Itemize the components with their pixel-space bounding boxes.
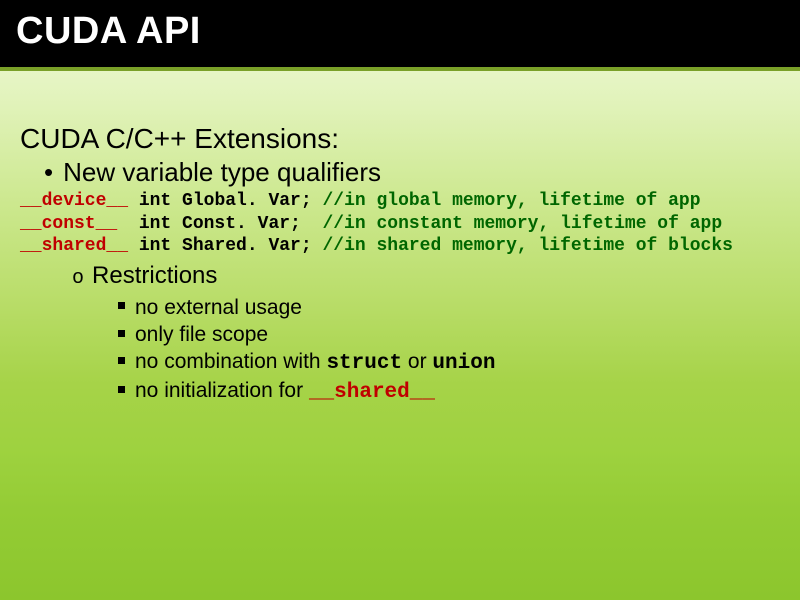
slide-title: CUDA API (16, 10, 784, 53)
item-mono: union (432, 352, 495, 375)
title-bar: CUDA API (0, 0, 800, 71)
code-keyword: __shared__ (20, 236, 128, 256)
restrictions-heading-line: o Restrictions (72, 262, 780, 290)
item-text: no initialization for (135, 379, 309, 402)
bullet-text: New variable type qualifiers (63, 157, 381, 187)
code-mid: int Shared. Var; (128, 236, 322, 256)
code-block: __device__ int Global. Var; //in global … (20, 190, 780, 258)
code-comment: //in shared memory, lifetime of blocks (322, 236, 732, 256)
code-comment: //in global memory, lifetime of app (322, 191, 700, 211)
restrictions-heading: Restrictions (92, 262, 217, 289)
code-keyword: __const__ (20, 214, 117, 234)
restrictions-list: no external usage only file scope no com… (118, 294, 780, 407)
square-bullet-icon (118, 357, 125, 364)
code-keyword: __device__ (20, 191, 128, 211)
item-mono-keyword: __shared__ (309, 381, 435, 404)
square-bullet-icon (118, 302, 125, 309)
bullet-new-qualifiers: • New variable type qualifiers (44, 157, 780, 188)
slide-content: CUDA C/C++ Extensions: • New variable typ… (0, 71, 800, 427)
item-text: no external usage (135, 296, 302, 319)
item-text: only file scope (135, 323, 268, 346)
list-item: no external usage (118, 294, 780, 321)
square-bullet-icon (118, 386, 125, 393)
code-comment: //in constant memory, lifetime of app (322, 214, 722, 234)
circle-bullet-icon: o (72, 267, 84, 290)
item-text: no combination with (135, 350, 326, 373)
bullet-dot-icon: • (44, 157, 53, 187)
list-item: no initialization for __shared__ (118, 377, 780, 406)
code-mid: int Global. Var; (128, 191, 322, 211)
list-item: only file scope (118, 321, 780, 348)
item-mono: struct (326, 352, 402, 375)
list-item: no combination with struct or union (118, 348, 780, 377)
square-bullet-icon (118, 330, 125, 337)
item-text-mid: or (402, 350, 432, 373)
code-mid: int Const. Var; (117, 214, 322, 234)
subtitle: CUDA C/C++ Extensions: (20, 123, 780, 155)
